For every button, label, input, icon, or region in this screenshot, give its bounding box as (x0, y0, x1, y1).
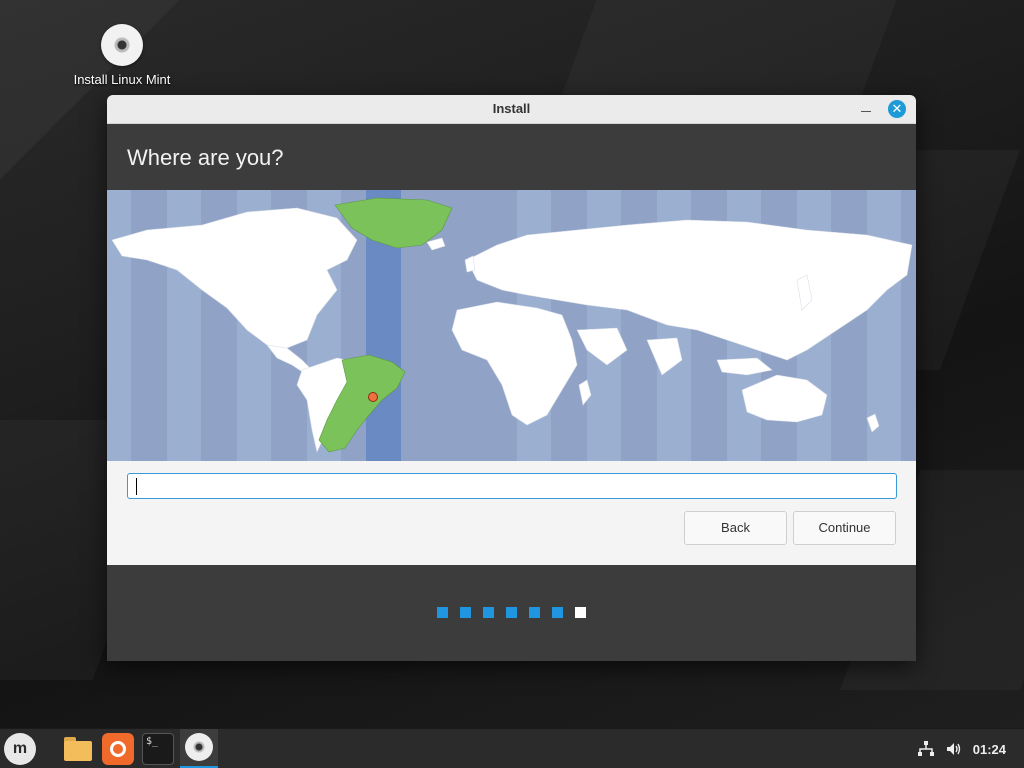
step-dot (483, 607, 494, 618)
step-dot (552, 607, 563, 618)
system-tray: 01:24 (917, 729, 1006, 768)
step-progress (437, 607, 586, 618)
installer-icon (185, 733, 213, 761)
terminal-icon[interactable]: $_ (142, 733, 174, 765)
continents (111, 207, 913, 453)
world-map-svg (107, 190, 913, 461)
location-form: Back Continue (107, 461, 916, 565)
install-window: Install ✕ Where are you? Back Continue (107, 95, 916, 661)
page-title: Where are you? (107, 124, 916, 191)
progress-footer (107, 565, 916, 661)
network-icon[interactable] (917, 740, 935, 758)
window-title: Install (492, 101, 531, 116)
back-button[interactable]: Back (684, 511, 787, 545)
minimize-button[interactable] (858, 101, 874, 117)
taskbar: m $_ 01:24 (0, 728, 1024, 768)
step-dot (506, 607, 517, 618)
volume-icon[interactable] (945, 740, 963, 758)
installer-taskbar-button[interactable] (180, 729, 218, 768)
step-dot (460, 607, 471, 618)
text-caret (136, 478, 137, 495)
step-dot (437, 607, 448, 618)
step-dot-current (575, 607, 586, 618)
timezone-map[interactable] (107, 190, 916, 461)
clock[interactable]: 01:24 (973, 742, 1006, 757)
disc-icon (101, 24, 143, 66)
selected-location-marker[interactable] (368, 392, 378, 402)
desktop-icon-label: Install Linux Mint (73, 72, 171, 87)
files-icon[interactable] (62, 733, 94, 765)
firefox-icon[interactable] (102, 733, 134, 765)
close-button[interactable]: ✕ (888, 100, 906, 118)
title-bar[interactable]: Install ✕ (107, 95, 916, 124)
menu-icon[interactable]: m (4, 733, 36, 765)
continue-button[interactable]: Continue (793, 511, 896, 545)
timezone-input[interactable] (127, 473, 897, 499)
step-dot (529, 607, 540, 618)
desktop-icon-install[interactable]: Install Linux Mint (62, 24, 182, 87)
